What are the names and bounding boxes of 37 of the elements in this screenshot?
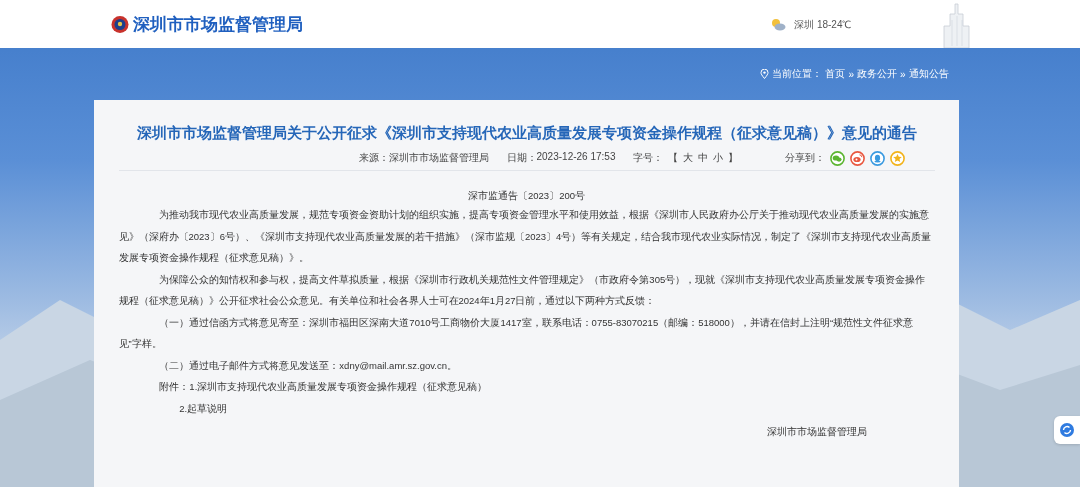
star-share-icon[interactable] <box>889 150 905 166</box>
paragraph: 为保障公众的知情权和参与权，提高文件草拟质量，根据《深圳市行政机关规范性文件管理规定》（市政府令第305号），现就《深圳市支持现代农业高质量发展专项资金操作规程（征求意见稿）》公开征求社会公众意见。有关单位和社会各界人士可在2024年1月27日前，通过以下两种方式反馈： <box>118 272 927 308</box>
article-title: 深圳市市场监督管理局关于公开征求《深圳市支持现代农业高质量发展专项资金操作规程（征求意见稿）》意见的通告 <box>135 124 918 143</box>
font-size-label: 字号： <box>633 151 664 165</box>
signature: 深圳市市场监督管理局 <box>765 425 868 439</box>
refresh-icon <box>1059 422 1075 438</box>
share-label: 分享到： <box>784 151 825 165</box>
float-button[interactable] <box>1054 416 1080 444</box>
meta-label: 日期： <box>506 151 537 165</box>
font-size-link[interactable]: 大 <box>683 151 694 165</box>
breadcrumb-link[interactable]: 首页 <box>825 67 846 81</box>
emblem-icon <box>110 14 129 34</box>
paragraph: 附件：1.深圳市支持现代农业高质量发展专项资金操作规程（征求意见稿） <box>158 380 489 394</box>
paragraph: （二）通过电子邮件方式将意见发送至：xdny@mail.amr.sz.gov.cn。 <box>158 358 458 373</box>
site-name: 深圳市市场监督管理局 <box>132 13 303 36</box>
breadcrumb-label: 当前位置： <box>772 67 823 81</box>
weibo-share-icon[interactable] <box>849 150 865 166</box>
paragraph: （一）通过信函方式将意见寄至：深圳市福田区深南大道7010号工商物价大厦1417室，联系电话：0755-83070215（邮编：518000），并请在信封上注明“规范性文件征求意见”字样。 <box>118 315 915 351</box>
bracket: 【 <box>668 151 679 165</box>
weather-text: 深圳 18-24℃ <box>794 18 852 32</box>
font-size-link[interactable]: 小 <box>713 151 724 165</box>
breadcrumb-separator: » <box>899 68 906 80</box>
breadcrumb-link[interactable]: 政务公开 <box>856 67 897 81</box>
document-number: 深市监通告〔2023〕200号 <box>467 189 586 203</box>
paragraph: 为推动我市现代农业高质量发展，规范专项资金资助计划的组织实施，提高专项资金管理水平和使用效益，根据《深圳市人民政府办公厅关于推动现代农业高质量发展的实施意见》（深府办〔2023〕6号）、《深圳市支持现代农业高质量发展的若干措施》（深市监规〔2023〕4号）等有关规定，结合我市现代农业实际情况，制定了《深圳市支持现代农业高质量发展专项资金操作规程（征求意见稿）》。 <box>118 208 933 265</box>
meta-label: 来源： <box>358 151 389 165</box>
weather-icon <box>770 17 787 31</box>
breadcrumb-separator: » <box>848 68 854 80</box>
breadcrumb-link[interactable]: 通知公告 <box>908 67 949 81</box>
bracket: 】 <box>728 151 739 165</box>
qq-share-icon[interactable] <box>869 150 885 166</box>
paragraph: 2.起草说明 <box>178 401 229 416</box>
wechat-share-icon[interactable] <box>829 150 845 166</box>
meta-value: 2023-12-26 17:53 <box>536 151 616 164</box>
location-icon <box>760 69 770 79</box>
font-size-link[interactable]: 中 <box>698 151 709 165</box>
meta-value: 深圳市市场监督管理局 <box>388 151 489 165</box>
